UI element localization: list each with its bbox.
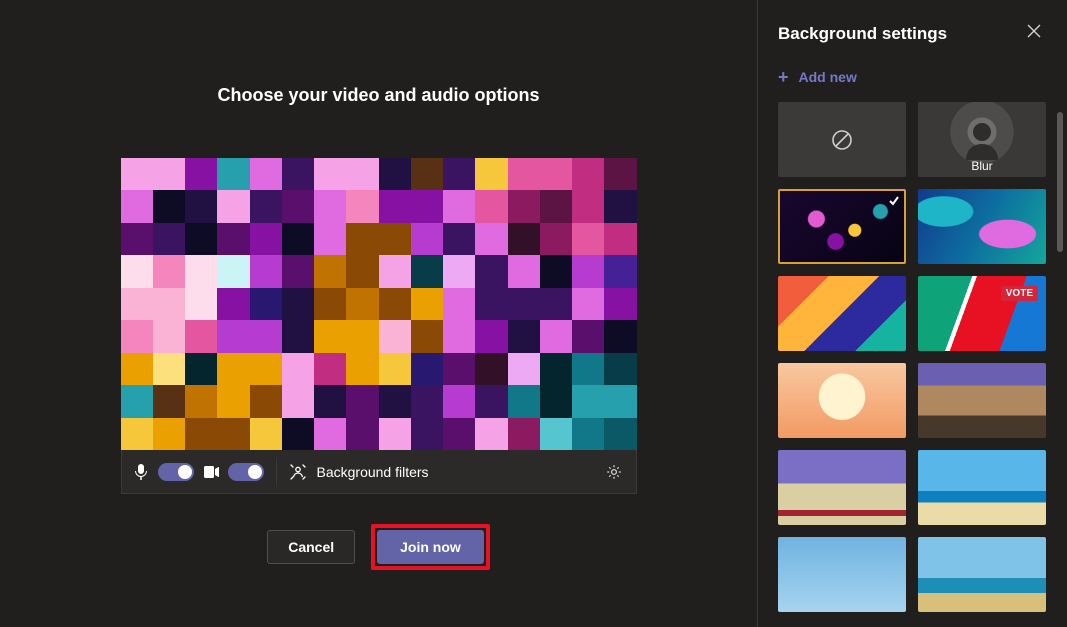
bg-tile-vote[interactable]: VOTE [918, 276, 1046, 351]
gear-icon [606, 464, 622, 480]
close-panel-button[interactable] [1027, 24, 1047, 44]
camera-toggle[interactable] [228, 463, 264, 481]
bg-tile-hands[interactable] [778, 276, 906, 351]
background-filters-icon [289, 463, 307, 481]
bg-tile-resort[interactable] [918, 537, 1046, 612]
bg-tile-beach[interactable] [918, 450, 1046, 525]
bg-tile-room[interactable] [918, 363, 1046, 438]
preview-wrapper: Background filters [121, 158, 637, 494]
action-buttons: Cancel Join now [267, 524, 490, 570]
join-highlight: Join now [371, 524, 490, 570]
mic-icon [132, 463, 150, 481]
controls-bar: Background filters [121, 450, 637, 494]
page-title: Choose your video and audio options [217, 85, 539, 106]
video-preview [121, 158, 637, 450]
background-list: Blur VOTE [758, 102, 1067, 627]
mic-toggle[interactable] [158, 463, 194, 481]
add-new-label: Add new [799, 69, 857, 85]
background-settings-panel: Background settings + Add new Blur VOTE [757, 0, 1067, 627]
close-icon [1027, 24, 1047, 38]
add-new-button[interactable]: + Add new [758, 68, 1067, 102]
cancel-button[interactable]: Cancel [267, 530, 355, 564]
avatar-icon [965, 120, 999, 160]
join-now-button[interactable]: Join now [377, 530, 484, 564]
check-icon [888, 195, 900, 207]
panel-title: Background settings [778, 24, 947, 44]
bg-tile-shelf[interactable] [778, 450, 906, 525]
bg-tile-blur[interactable]: Blur [918, 102, 1046, 177]
plus-icon: + [778, 68, 789, 86]
background-filters-label: Background filters [317, 464, 429, 480]
bg-tile-sky[interactable] [778, 537, 906, 612]
bg-tile-bokeh[interactable] [778, 189, 906, 264]
camera-icon [202, 463, 220, 481]
panel-header: Background settings [758, 0, 1067, 68]
bg-tile-label: Blur [918, 159, 1046, 173]
bg-tile-waves[interactable] [918, 189, 1046, 264]
device-settings-button[interactable] [602, 460, 626, 484]
divider [276, 459, 277, 485]
prejoin-main: Choose your video and audio options [0, 0, 757, 627]
scrollbar[interactable] [1057, 112, 1063, 252]
none-icon [831, 129, 853, 151]
vote-badge: VOTE [1001, 286, 1038, 301]
bg-tile-none[interactable] [778, 102, 906, 177]
background-filters-button[interactable]: Background filters [289, 463, 429, 481]
bg-tile-cake[interactable] [778, 363, 906, 438]
